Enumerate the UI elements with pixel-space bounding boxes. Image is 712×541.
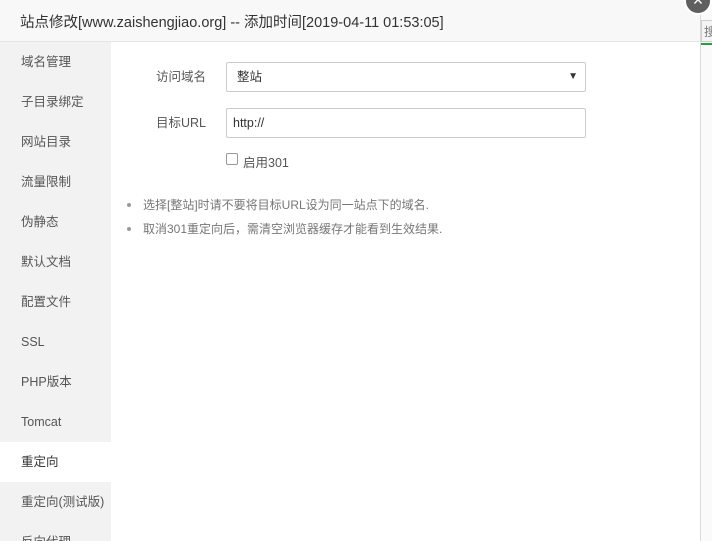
list-item: 取消301重定向后，需清空浏览器缓存才能看到生效结果. — [127, 221, 687, 245]
background-accent-line — [701, 43, 712, 45]
sidebar-item-site-directory[interactable]: 网站目录 — [0, 122, 111, 162]
sidebar-item-config-file[interactable]: 配置文件 — [0, 282, 111, 322]
sidebar-item-domain-management[interactable]: 域名管理 — [0, 42, 111, 82]
sidebar-item-ssl[interactable]: SSL — [0, 322, 111, 362]
sidebar-item-php-version[interactable]: PHP版本 — [0, 362, 111, 402]
sidebar-item-default-document[interactable]: 默认文档 — [0, 242, 111, 282]
settings-sidebar: 域名管理 子目录绑定 网站目录 流量限制 伪静态 默认文档 配置文件 SSL P… — [0, 42, 111, 541]
sidebar-item-reverse-proxy[interactable]: 反向代理 — [0, 522, 111, 541]
sidebar-item-traffic-limit[interactable]: 流量限制 — [0, 162, 111, 202]
list-item: 选择[整站]时请不要将目标URL设为同一站点下的域名. — [127, 197, 687, 221]
bullet-icon — [127, 203, 131, 207]
dialog-title: 站点修改[www.zaishengjiao.org] -- 添加时间[2019-… — [20, 15, 444, 31]
url-row: 目标URL — [111, 108, 700, 140]
tip-text: 选择[整站]时请不要将目标URL设为同一站点下的域名. — [143, 198, 430, 212]
url-label: 目标URL — [155, 116, 206, 130]
domain-label: 访问域名 — [155, 70, 206, 84]
tips-list: 选择[整站]时请不要将目标URL设为同一站点下的域名. 取消301重定向后，需清… — [127, 197, 687, 245]
enable-301-label[interactable]: 启用301 — [243, 152, 289, 171]
domain-row: 访问域名 整站 ▼ — [111, 62, 700, 94]
sidebar-item-tomcat[interactable]: Tomcat — [0, 402, 111, 442]
site-edit-dialog: 站点修改[www.zaishengjiao.org] -- 添加时间[2019-… — [0, 0, 701, 541]
sidebar-item-redirect[interactable]: 重定向 — [0, 442, 111, 482]
bullet-icon — [127, 227, 131, 231]
dropdown-arrow-icon: ▼ — [568, 71, 578, 82]
sidebar-item-rewrite[interactable]: 伪静态 — [0, 202, 111, 242]
sidebar-item-subdirectory-binding[interactable]: 子目录绑定 — [0, 82, 111, 122]
dialog-titlebar: 站点修改[www.zaishengjiao.org] -- 添加时间[2019-… — [0, 0, 700, 42]
background-search-button: 搜 — [701, 20, 712, 42]
sidebar-item-redirect-beta[interactable]: 重定向(测试版) — [0, 482, 111, 522]
target-url-input[interactable] — [226, 108, 586, 138]
tip-text: 取消301重定向后，需清空浏览器缓存才能看到生效结果. — [143, 222, 443, 236]
enable-301-checkbox[interactable] — [226, 153, 238, 165]
domain-select-value: 整站 — [237, 70, 263, 84]
background-page — [701, 0, 712, 541]
domain-select[interactable]: 整站 ▼ — [226, 62, 586, 92]
redirect-panel: 访问域名 整站 ▼ 目标URL 启用301 选择[整站]时请不要将目标URL设为… — [111, 42, 700, 541]
